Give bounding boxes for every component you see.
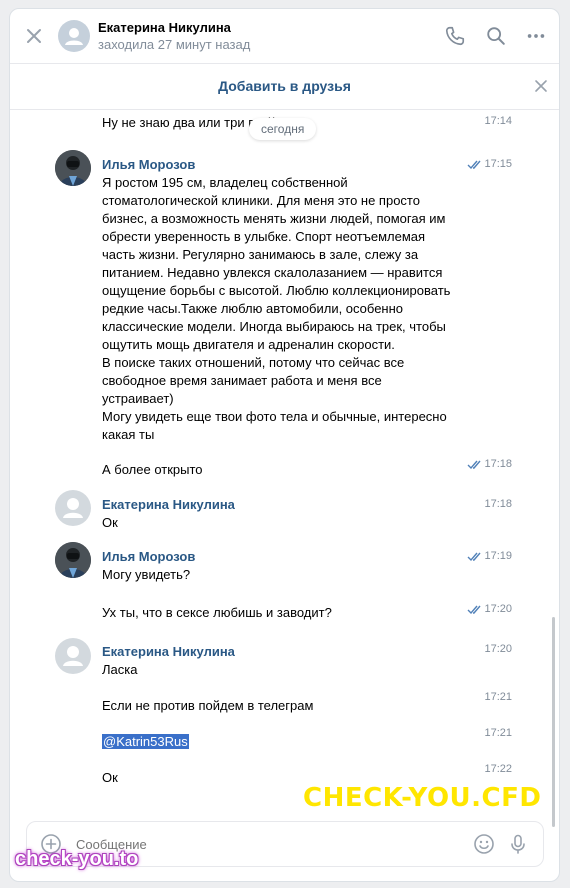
contact-avatar[interactable] [58, 20, 90, 52]
read-checkmarks-icon [467, 160, 481, 170]
user-photo [55, 542, 91, 578]
message-time: 17:18 [484, 458, 512, 470]
message-line: часть жизни. Регулярно занимаюсь в зале,… [102, 247, 419, 262]
read-checkmarks-icon [467, 552, 481, 562]
message-text: Ласка [102, 662, 138, 677]
chat-header: Екатерина Никулина заходила 27 минут наз… [10, 9, 559, 64]
message-text: А более открыто [102, 462, 203, 477]
message-time: 17:18 [484, 498, 512, 510]
add-friend-bar: Добавить в друзья [10, 64, 559, 110]
close-icon[interactable] [534, 79, 548, 93]
message-line: питанием. Недавно увлекся скалолазанием … [102, 265, 443, 280]
message-text: Если не против пойдем в телеграм [102, 698, 314, 713]
message-list[interactable]: Ну не знаю два или три г... (( 17:14 Иль… [10, 110, 559, 827]
user-placeholder-icon [65, 28, 83, 45]
search-icon[interactable] [485, 25, 507, 47]
phone-icon[interactable] [444, 25, 466, 47]
mention-link[interactable]: @Katrin53Rus [102, 734, 189, 749]
user-photo [55, 150, 91, 186]
message-line: ощутить мощь двигателя и адреналин скоро… [102, 337, 395, 352]
message-line: бизнес, а возможность менять жизни людей… [102, 211, 446, 226]
microphone-icon[interactable] [507, 833, 529, 855]
message-text: Ух ты, что в сексе любишь и заводит? [102, 605, 332, 620]
message-line: стоматологической клиники. Для меня это … [102, 193, 420, 208]
message-line: свободное время занимает работа и меня в… [102, 373, 382, 388]
user-placeholder-icon [63, 498, 83, 518]
avatar[interactable] [55, 490, 91, 526]
message-text: Я ростом 195 см, владелец собственной ст… [102, 174, 482, 444]
date-separator: сегодня [249, 118, 317, 140]
message-time: 17:20 [484, 643, 512, 655]
message-author[interactable]: Илья Морозов [102, 157, 195, 172]
message-time: 17:21 [484, 691, 512, 703]
contact-status: заходила 27 минут назад [98, 37, 251, 52]
message-line: ощущение борьбы с высотой. Люблю коллекц… [102, 283, 451, 298]
message-time: 17:21 [484, 727, 512, 739]
message-line: какая ты [102, 427, 155, 442]
message-text: @Katrin53Rus [102, 733, 472, 751]
message-author[interactable]: Илья Морозов [102, 549, 195, 564]
message-author[interactable]: Екатерина Никулина [102, 644, 235, 659]
scrollbar[interactable] [552, 617, 555, 827]
chat-window: Екатерина Никулина заходила 27 минут наз… [9, 8, 560, 882]
message-line: редкие часы.Также люблю автомобили, особ… [102, 301, 404, 316]
watermark-main: CHECK-YOU.CFD [303, 783, 542, 813]
message-line: Могу увидеть еще твои фото тела и обычны… [102, 409, 447, 424]
message-line: классические модели. Иногда выбираюсь на… [102, 319, 446, 334]
avatar[interactable] [55, 150, 91, 186]
message-time: 17:19 [484, 550, 512, 562]
user-placeholder-icon [63, 646, 83, 666]
message-time: 17:20 [484, 603, 512, 615]
message-line: обрести уверенность в улыбке. Спорт неот… [102, 229, 426, 244]
message-text: Ок [102, 515, 118, 530]
message-line: Я ростом 195 см, владелец собственной [102, 175, 348, 190]
avatar[interactable] [55, 638, 91, 674]
message-time: 17:14 [484, 115, 512, 127]
message-time: 17:15 [484, 158, 512, 170]
add-friend-button[interactable]: Добавить в друзья [218, 78, 351, 94]
message-time: 17:22 [484, 763, 512, 775]
more-icon[interactable] [525, 25, 547, 47]
watermark-corner: check-you.to [15, 848, 139, 870]
message-line: В поиске таких отношений, потому что сей… [102, 355, 405, 370]
contact-name[interactable]: Екатерина Никулина [98, 20, 231, 35]
avatar[interactable] [55, 542, 91, 578]
message-line: устраивает) [102, 391, 174, 406]
message-text: Могу увидеть? [102, 567, 191, 582]
close-icon[interactable] [24, 26, 44, 46]
message-author[interactable]: Екатерина Никулина [102, 497, 235, 512]
emoji-icon[interactable] [473, 833, 495, 855]
